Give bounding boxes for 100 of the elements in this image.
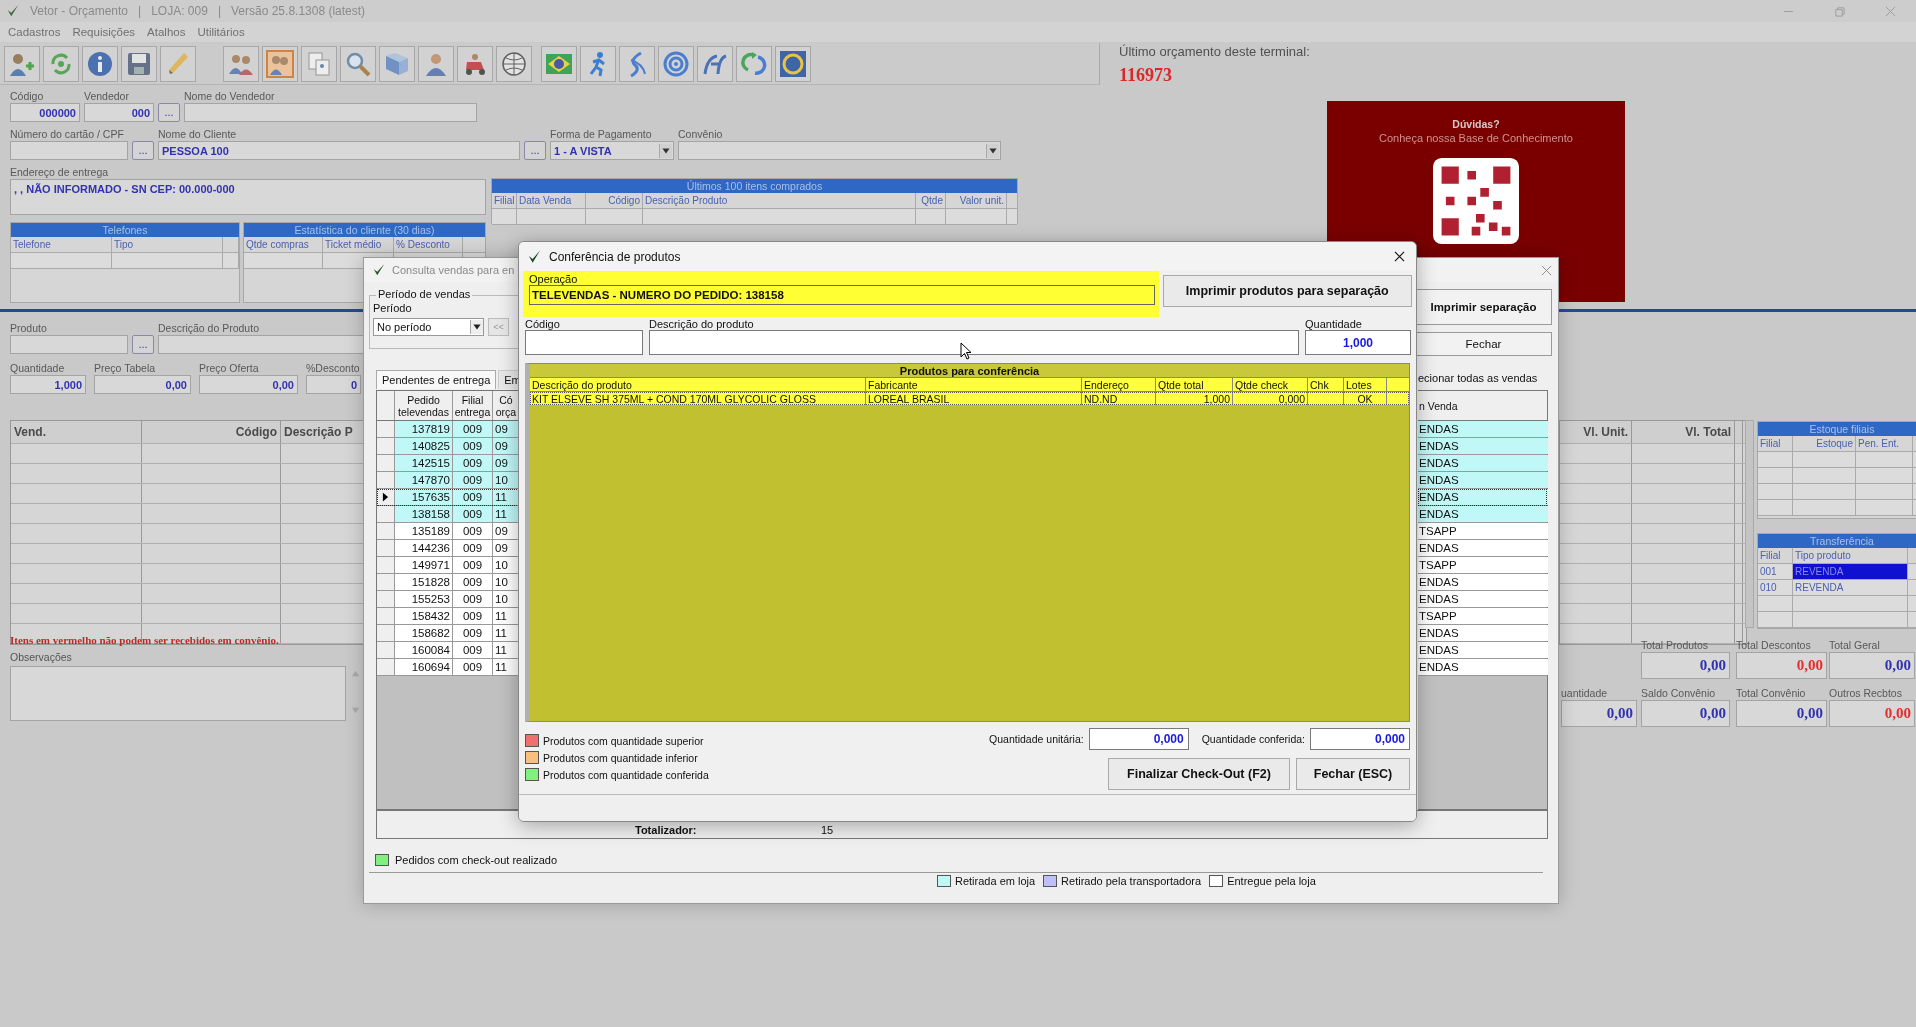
table-row[interactable]: 157635 009 11 — [377, 489, 519, 506]
agreement-dropdown[interactable] — [678, 141, 1001, 160]
table-cell[interactable]: TSAPP — [1418, 523, 1548, 539]
toolbar-button[interactable] — [457, 45, 493, 82]
product-field[interactable] — [10, 335, 128, 354]
toolbar-button[interactable] — [418, 45, 454, 82]
code-field[interactable]: 000000 — [10, 103, 80, 122]
table-row[interactable]: 158432 009 11 — [377, 608, 519, 625]
toolbar-button[interactable] — [658, 45, 694, 82]
print-button[interactable]: Imprimir produtos para separação — [1162, 275, 1412, 307]
description-input[interactable] — [649, 330, 1299, 355]
toolbar-button[interactable] — [775, 45, 811, 82]
checked-quantity-field[interactable]: 0,000 — [1310, 728, 1410, 750]
close-button[interactable]: Fechar — [1415, 332, 1552, 356]
field-label: Descrição do produto — [649, 318, 755, 330]
toolbar-button[interactable] — [619, 45, 655, 82]
table-cell[interactable]: ENDAS — [1418, 625, 1548, 641]
scroll-down-icon[interactable] — [351, 706, 360, 715]
toolbar-button[interactable] — [340, 45, 376, 82]
period-dropdown[interactable]: No período — [373, 318, 484, 336]
table-cell[interactable]: REVENDA — [1793, 564, 1908, 579]
table-cell[interactable]: ENDAS — [1418, 574, 1548, 590]
panel-title: Estoque filiais — [1809, 423, 1875, 435]
table-row[interactable]: 135189 009 09 — [377, 523, 519, 540]
table-cell[interactable]: ENDAS — [1418, 642, 1548, 658]
lookup-button[interactable]: ... — [524, 141, 546, 160]
table-cell[interactable]: TSAPP — [1418, 608, 1548, 624]
field-label: Período — [373, 302, 412, 314]
toolbar-button[interactable] — [262, 45, 298, 82]
notes-field[interactable] — [10, 666, 346, 721]
table-row[interactable]: 160694 009 11 — [377, 659, 519, 676]
column-header: Fabricante — [866, 378, 1082, 391]
lookup-button[interactable]: ... — [158, 103, 180, 122]
table-cell[interactable]: ENDAS — [1418, 438, 1548, 454]
toolbar-button[interactable] — [379, 45, 415, 82]
scroll-up-icon[interactable] — [351, 669, 360, 678]
close-button[interactable]: Fechar (ESC) — [1296, 758, 1410, 790]
card-field[interactable] — [10, 141, 128, 160]
budget-number: 116973 — [1119, 65, 1173, 86]
toolbar-button[interactable] — [736, 45, 772, 82]
toolbar-button[interactable] — [496, 45, 532, 82]
table-cell[interactable]: ENDAS — [1418, 540, 1548, 556]
table-row[interactable]: 137819 009 09 — [377, 421, 519, 438]
table-cell: 140825 — [395, 438, 453, 454]
lookup-button[interactable]: ... — [132, 335, 154, 354]
print-button[interactable]: Imprimir separação — [1415, 289, 1552, 325]
close-icon[interactable] — [1394, 251, 1405, 262]
code-input[interactable] — [525, 330, 643, 355]
restore-icon[interactable] — [1834, 5, 1845, 17]
seller-name-field[interactable] — [184, 103, 477, 122]
table-row[interactable]: 140825 009 09 — [377, 438, 519, 455]
table-row[interactable]: 144236 009 09 — [377, 540, 519, 557]
table-cell[interactable]: ENDAS — [1418, 506, 1548, 522]
table-row[interactable]: 151828 009 10 — [377, 574, 519, 591]
table-row[interactable]: 142515 009 09 — [377, 455, 519, 472]
table-row[interactable]: 155253 009 10 — [377, 591, 519, 608]
field-label: Total Convênio — [1736, 687, 1807, 699]
table-cell[interactable]: ENDAS — [1418, 472, 1548, 488]
table-cell[interactable]: ENDAS — [1418, 591, 1548, 607]
seller-code-field[interactable]: 000 — [84, 103, 154, 122]
table-cell[interactable]: ENDAS — [1418, 489, 1548, 505]
quantity-input[interactable]: 1,000 — [1305, 330, 1411, 355]
table-row[interactable]: 147870 009 10 — [377, 472, 519, 489]
table-cell[interactable]: ENDAS — [1418, 455, 1548, 471]
table-row[interactable]: 149971 009 10 — [377, 557, 519, 574]
toolbar-button[interactable] — [121, 45, 157, 82]
tab[interactable]: Pendentes de entrega — [376, 370, 497, 389]
checkbox-label[interactable]: ecionar todas as vendas — [1418, 372, 1538, 384]
toolbar-button[interactable] — [82, 45, 118, 82]
menu-item[interactable]: Cadastros — [2, 26, 67, 38]
list-price-field[interactable]: 0,00 — [94, 375, 191, 394]
unit-quantity-field[interactable]: 0,000 — [1088, 728, 1189, 750]
lookup-button[interactable]: ... — [132, 141, 154, 160]
total-field: 0,00 — [1736, 652, 1827, 679]
table-row[interactable]: 138158 009 11 — [377, 506, 519, 523]
total-field: 0,00 — [1829, 652, 1915, 679]
toolbar-button[interactable] — [697, 45, 733, 82]
discount-field[interactable]: 0 — [306, 375, 361, 394]
column-header: Qtde — [916, 193, 946, 208]
customer-field[interactable]: PESSOA 100 — [158, 141, 520, 160]
legend-label: Entregue pela loja — [1227, 875, 1316, 887]
table-cell[interactable]: ENDAS — [1418, 659, 1548, 675]
table-cell[interactable]: ENDAS — [1418, 421, 1548, 437]
toolbar-button[interactable] — [223, 45, 259, 82]
table-cell[interactable]: TSAPP — [1418, 557, 1548, 573]
toolbar-button[interactable] — [580, 45, 616, 82]
scrollbar[interactable] — [1745, 420, 1754, 628]
payment-dropdown[interactable]: 1 - A VISTA — [550, 141, 674, 160]
table-cell[interactable]: REVENDA — [1793, 580, 1908, 595]
quantity-field[interactable]: 1,000 — [10, 375, 86, 394]
table-row[interactable]: 158682 009 11 — [377, 625, 519, 642]
field-label: Endereço de entrega — [10, 166, 109, 178]
table-cell: 009 — [453, 421, 493, 437]
toolbar-button[interactable] — [541, 45, 577, 82]
offer-price-field[interactable]: 0,00 — [199, 375, 298, 394]
menu-item[interactable]: Utilitários — [191, 26, 251, 38]
address-field[interactable]: , , NÃO INFORMADO - SN CEP: 00.000-000 — [10, 179, 486, 215]
table-row[interactable]: 160084 009 11 — [377, 642, 519, 659]
finish-checkout-button[interactable]: Finalizar Check-Out (F2) — [1108, 758, 1290, 790]
toolbar-button[interactable] — [4, 45, 40, 82]
